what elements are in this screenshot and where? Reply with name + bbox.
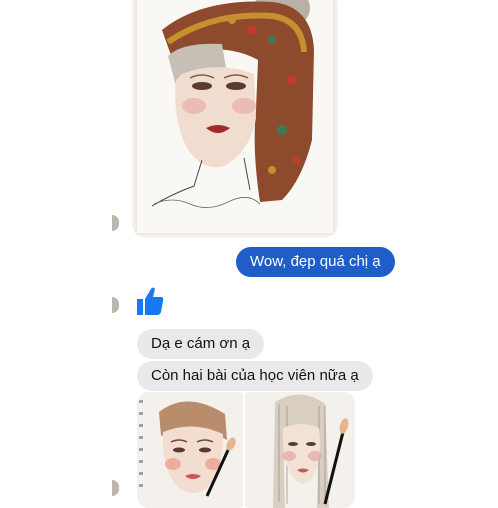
sent-message-text: Wow, đẹp quá chị ạ (250, 253, 381, 270)
received-message-text: Còn hai bài của học viên nữa ạ (151, 367, 359, 384)
student-drawing-image-1[interactable] (137, 392, 243, 508)
student-drawing-1-svg (137, 392, 243, 508)
sender-avatar (112, 215, 119, 231)
received-message-bubble[interactable]: Còn hai bài của học viên nữa ạ (137, 361, 373, 391)
student-drawing-2-svg (245, 392, 355, 508)
drawing-image-headscarf[interactable] (132, 0, 338, 238)
thumbs-up-icon[interactable] (135, 285, 165, 317)
sender-avatar (112, 480, 119, 496)
sent-message-bubble[interactable]: Wow, đẹp quá chị ạ (236, 247, 395, 277)
received-message-text: Dạ e cám ơn ạ (151, 335, 251, 352)
sender-avatar (112, 297, 119, 313)
headscarf-drawing-svg (132, 0, 338, 238)
student-drawing-image-2[interactable] (245, 392, 355, 508)
received-message-bubble[interactable]: Dạ e cám ơn ạ (137, 329, 265, 359)
